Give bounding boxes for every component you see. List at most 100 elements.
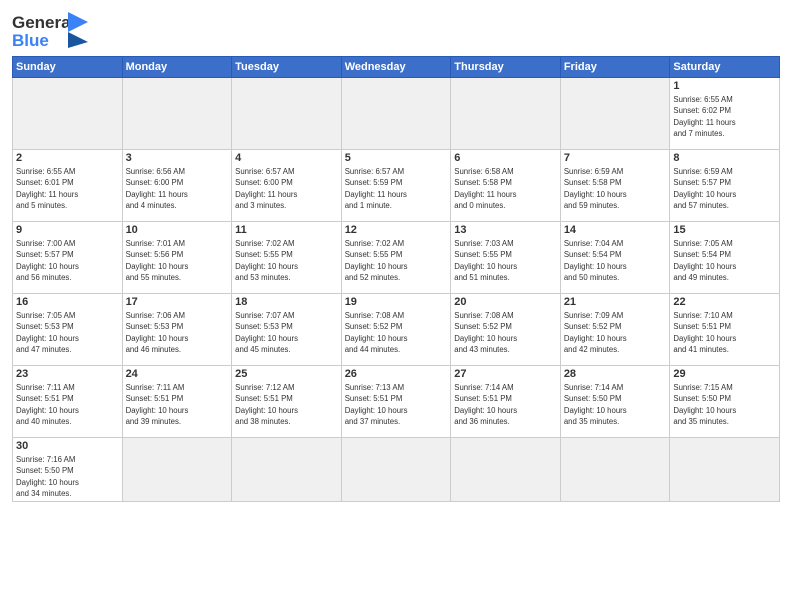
day-number: 26 (345, 368, 448, 380)
calendar-cell (670, 438, 780, 502)
day-number: 24 (126, 368, 229, 380)
calendar-cell (341, 78, 451, 150)
calendar-cell: 26Sunrise: 7:13 AM Sunset: 5:51 PM Dayli… (341, 366, 451, 438)
day-number: 3 (126, 152, 229, 164)
day-number: 28 (564, 368, 667, 380)
day-info: Sunrise: 7:09 AM Sunset: 5:52 PM Dayligh… (564, 310, 667, 355)
calendar-cell (122, 438, 232, 502)
calendar-cell: 18 Sunrise: 7:07 AM Sunset: 5:53 PM Dayli… (232, 294, 342, 366)
calendar-week-row: 1Sunrise: 6:55 AM Sunset: 6:02 PM Daylig… (13, 78, 780, 150)
weekday-header-wednesday: Wednesday (341, 57, 451, 78)
day-number: 12 (345, 224, 448, 236)
day-number: 11 (235, 224, 338, 236)
day-info: Sunrise: 7:07 AM Sunset: 5:53 PM Dayligh… (235, 310, 338, 355)
day-number: 19 (345, 296, 448, 308)
calendar-week-row: 9 Sunrise: 7:00 AM Sunset: 5:57 PM Daylig… (13, 222, 780, 294)
calendar-cell: 13Sunrise: 7:03 AM Sunset: 5:55 PM Dayli… (451, 222, 561, 294)
day-info: Sunrise: 6:58 AM Sunset: 5:58 PM Dayligh… (454, 166, 557, 211)
generalblue-logo-icon: GeneralBlue (12, 10, 92, 50)
day-info: Sunrise: 6:56 AM Sunset: 6:00 PM Dayligh… (126, 166, 229, 211)
calendar-cell: 14Sunrise: 7:04 AM Sunset: 5:54 PM Dayli… (560, 222, 670, 294)
calendar-cell: 11 Sunrise: 7:02 AM Sunset: 5:55 PM Dayli… (232, 222, 342, 294)
day-info: Sunrise: 7:02 AM Sunset: 5:55 PM Dayligh… (235, 238, 338, 283)
calendar-week-row: 2Sunrise: 6:55 AM Sunset: 6:01 PM Daylig… (13, 150, 780, 222)
day-number: 18 (235, 296, 338, 308)
page: GeneralBlue SundayMondayTuesdayWednesday… (0, 0, 792, 612)
calendar-cell (341, 438, 451, 502)
day-info: Sunrise: 7:00 AM Sunset: 5:57 PM Dayligh… (16, 238, 119, 283)
calendar-cell (451, 78, 561, 150)
calendar-cell: 5 Sunrise: 6:57 AM Sunset: 5:59 PM Daylig… (341, 150, 451, 222)
weekday-header-tuesday: Tuesday (232, 57, 342, 78)
day-info: Sunrise: 7:05 AM Sunset: 5:53 PM Dayligh… (16, 310, 119, 355)
calendar-cell: 15Sunrise: 7:05 AM Sunset: 5:54 PM Dayli… (670, 222, 780, 294)
calendar-table: SundayMondayTuesdayWednesdayThursdayFrid… (12, 56, 780, 502)
calendar-cell: 28Sunrise: 7:14 AM Sunset: 5:50 PM Dayli… (560, 366, 670, 438)
calendar-cell: 27 Sunrise: 7:14 AM Sunset: 5:51 PM Dayli… (451, 366, 561, 438)
calendar-cell (232, 438, 342, 502)
day-info: Sunrise: 6:57 AM Sunset: 5:59 PM Dayligh… (345, 166, 448, 211)
day-info: Sunrise: 7:11 AM Sunset: 5:51 PM Dayligh… (126, 382, 229, 427)
day-info: Sunrise: 7:10 AM Sunset: 5:51 PM Dayligh… (673, 310, 776, 355)
weekday-header-thursday: Thursday (451, 57, 561, 78)
calendar-header: SundayMondayTuesdayWednesdayThursdayFrid… (13, 57, 780, 78)
day-info: Sunrise: 7:11 AM Sunset: 5:51 PM Dayligh… (16, 382, 119, 427)
day-number: 1 (673, 80, 776, 92)
calendar-cell: 7Sunrise: 6:59 AM Sunset: 5:58 PM Daylig… (560, 150, 670, 222)
calendar-cell (560, 78, 670, 150)
day-number: 16 (16, 296, 119, 308)
calendar-cell (122, 78, 232, 150)
day-info: Sunrise: 7:03 AM Sunset: 5:55 PM Dayligh… (454, 238, 557, 283)
day-info: Sunrise: 7:04 AM Sunset: 5:54 PM Dayligh… (564, 238, 667, 283)
calendar-cell: 23 Sunrise: 7:11 AM Sunset: 5:51 PM Dayli… (13, 366, 123, 438)
day-info: Sunrise: 7:12 AM Sunset: 5:51 PM Dayligh… (235, 382, 338, 427)
calendar-cell: 17 Sunrise: 7:06 AM Sunset: 5:53 PM Dayli… (122, 294, 232, 366)
day-number: 20 (454, 296, 557, 308)
day-info: Sunrise: 7:01 AM Sunset: 5:56 PM Dayligh… (126, 238, 229, 283)
calendar-cell: 19Sunrise: 7:08 AM Sunset: 5:52 PM Dayli… (341, 294, 451, 366)
day-number: 9 (16, 224, 119, 236)
calendar-cell: 16 Sunrise: 7:05 AM Sunset: 5:53 PM Dayli… (13, 294, 123, 366)
weekday-header-monday: Monday (122, 57, 232, 78)
day-info: Sunrise: 6:57 AM Sunset: 6:00 PM Dayligh… (235, 166, 338, 211)
weekday-header-row: SundayMondayTuesdayWednesdayThursdayFrid… (13, 57, 780, 78)
calendar-cell: 20Sunrise: 7:08 AM Sunset: 5:52 PM Dayli… (451, 294, 561, 366)
calendar-cell: 2Sunrise: 6:55 AM Sunset: 6:01 PM Daylig… (13, 150, 123, 222)
calendar-cell: 1Sunrise: 6:55 AM Sunset: 6:02 PM Daylig… (670, 78, 780, 150)
weekday-header-friday: Friday (560, 57, 670, 78)
day-info: Sunrise: 6:55 AM Sunset: 6:01 PM Dayligh… (16, 166, 119, 211)
day-number: 17 (126, 296, 229, 308)
calendar-week-row: 23 Sunrise: 7:11 AM Sunset: 5:51 PM Dayli… (13, 366, 780, 438)
day-number: 10 (126, 224, 229, 236)
day-number: 22 (673, 296, 776, 308)
day-info: Sunrise: 7:02 AM Sunset: 5:55 PM Dayligh… (345, 238, 448, 283)
calendar-week-row: 30Sunrise: 7:16 AM Sunset: 5:50 PM Dayli… (13, 438, 780, 502)
day-info: Sunrise: 7:14 AM Sunset: 5:51 PM Dayligh… (454, 382, 557, 427)
calendar-cell (13, 78, 123, 150)
calendar-cell: 10 Sunrise: 7:01 AM Sunset: 5:56 PM Dayli… (122, 222, 232, 294)
calendar-cell (451, 438, 561, 502)
day-info: Sunrise: 7:15 AM Sunset: 5:50 PM Dayligh… (673, 382, 776, 427)
calendar-cell: 9 Sunrise: 7:00 AM Sunset: 5:57 PM Daylig… (13, 222, 123, 294)
svg-text:Blue: Blue (12, 31, 49, 50)
day-info: Sunrise: 7:16 AM Sunset: 5:50 PM Dayligh… (16, 454, 119, 499)
header: GeneralBlue (12, 10, 780, 50)
calendar-cell: 29Sunrise: 7:15 AM Sunset: 5:50 PM Dayli… (670, 366, 780, 438)
day-number: 27 (454, 368, 557, 380)
day-number: 23 (16, 368, 119, 380)
calendar-cell: 8Sunrise: 6:59 AM Sunset: 5:57 PM Daylig… (670, 150, 780, 222)
day-info: Sunrise: 7:06 AM Sunset: 5:53 PM Dayligh… (126, 310, 229, 355)
calendar-cell (232, 78, 342, 150)
weekday-header-sunday: Sunday (13, 57, 123, 78)
day-number: 6 (454, 152, 557, 164)
day-number: 25 (235, 368, 338, 380)
weekday-header-saturday: Saturday (670, 57, 780, 78)
calendar-body: 1Sunrise: 6:55 AM Sunset: 6:02 PM Daylig… (13, 78, 780, 502)
calendar-cell: 24 Sunrise: 7:11 AM Sunset: 5:51 PM Dayli… (122, 366, 232, 438)
day-number: 5 (345, 152, 448, 164)
day-number: 8 (673, 152, 776, 164)
day-number: 4 (235, 152, 338, 164)
calendar-cell: 3 Sunrise: 6:56 AM Sunset: 6:00 PM Daylig… (122, 150, 232, 222)
day-number: 15 (673, 224, 776, 236)
day-number: 21 (564, 296, 667, 308)
